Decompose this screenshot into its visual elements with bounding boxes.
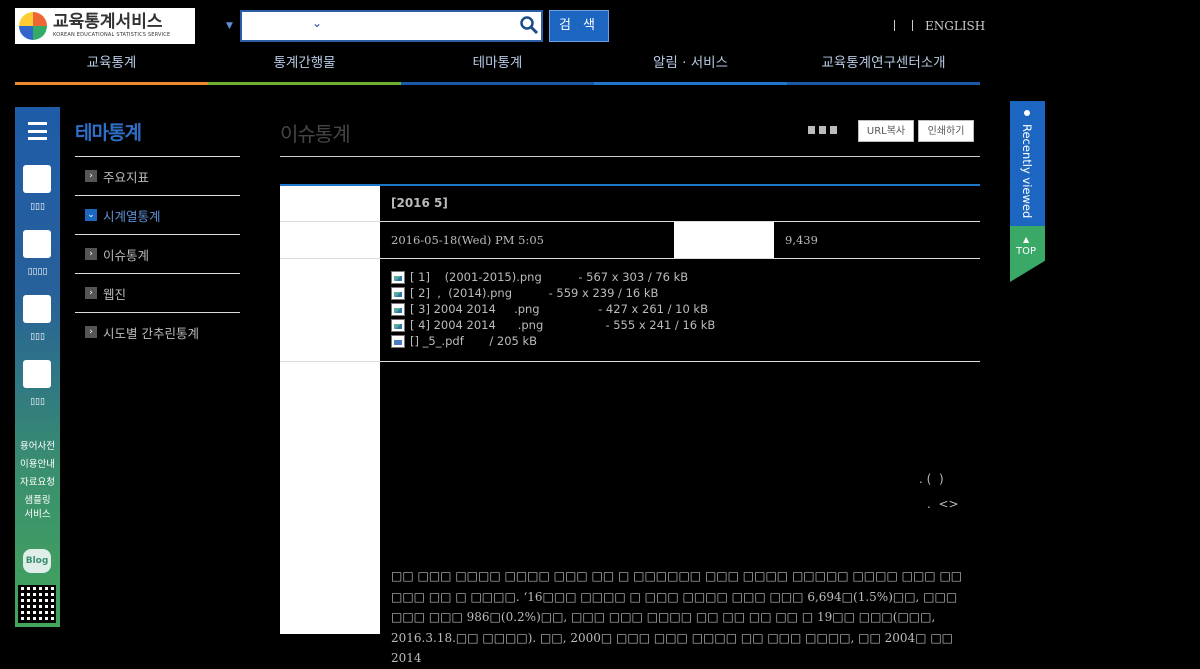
hamburger-menu-icon[interactable] bbox=[28, 122, 47, 140]
util-divider bbox=[894, 20, 895, 31]
recently-viewed-label: Recently viewed bbox=[1020, 124, 1034, 219]
image-file-icon bbox=[391, 302, 405, 316]
gnb-education-stats[interactable]: 교육통계 bbox=[15, 48, 208, 85]
attachment-item[interactable]: [ 4] 2004 2014 .png - 555 x 241 / 16 kB bbox=[391, 317, 969, 333]
book-icon[interactable] bbox=[23, 295, 51, 323]
blog-icon[interactable]: Blog bbox=[23, 549, 51, 573]
content-note: . <> bbox=[927, 497, 959, 511]
share-icon[interactable] bbox=[808, 126, 815, 134]
map-icon[interactable] bbox=[23, 230, 51, 258]
global-nav: 교육통계 통계간행물 테마통계 알림 · 서비스 교육통계연구센터소개 bbox=[15, 48, 980, 85]
quick-link-glossary[interactable]: 용어사전 bbox=[15, 438, 60, 456]
quick-label: ▯▯▯ bbox=[30, 397, 45, 407]
quick-link-data-request[interactable]: 자료요청 bbox=[15, 474, 60, 492]
table-header-cell bbox=[280, 186, 380, 221]
chevron-right-icon: › bbox=[85, 248, 97, 260]
attachment-item[interactable]: [ 1] (2001-2015).png - 567 x 303 / 76 kB bbox=[391, 269, 969, 285]
search-button[interactable]: 검 색 bbox=[549, 10, 609, 42]
mobile-icon[interactable] bbox=[23, 360, 51, 388]
table-header-cell bbox=[280, 259, 380, 361]
chevron-down-icon: ⌄ bbox=[85, 209, 97, 221]
subnav-label: 주요지표 bbox=[103, 169, 150, 185]
title-divider bbox=[280, 156, 980, 157]
table-header-cell bbox=[280, 222, 380, 258]
table-header-cell bbox=[674, 222, 774, 258]
search-input[interactable] bbox=[240, 10, 543, 42]
table-row: [2016 5] bbox=[280, 186, 980, 222]
quick-label: ▯▯▯ bbox=[30, 332, 45, 342]
print-button[interactable]: 인쇄하기 bbox=[918, 120, 974, 142]
attachment-item[interactable]: [ 3] 2004 2014 .png - 427 x 261 / 10 kB bbox=[391, 301, 969, 317]
attachment-list: [ 1] (2001-2015).png - 567 x 303 / 76 kB… bbox=[380, 259, 980, 361]
subnav-item-key-indicators[interactable]: › 주요지표 bbox=[75, 156, 240, 195]
user-icon[interactable] bbox=[23, 165, 51, 193]
chevron-down-icon[interactable]: ⌄ bbox=[312, 16, 322, 30]
chevron-right-icon: › bbox=[85, 287, 97, 299]
image-file-icon bbox=[391, 318, 405, 332]
quick-link-service[interactable]: 서비스 bbox=[15, 506, 60, 524]
share-icons bbox=[808, 126, 837, 134]
gnb-publications[interactable]: 통계간행물 bbox=[208, 48, 401, 85]
pdf-file-icon bbox=[391, 334, 405, 348]
dot-icon bbox=[1024, 110, 1030, 116]
top-label: TOP bbox=[1016, 246, 1037, 257]
post-date: 2016-05-18(Wed) PM 5:05 bbox=[391, 233, 544, 247]
image-file-icon bbox=[391, 286, 405, 300]
subnav-item-regional-stats[interactable]: › 시도별 간추린통계 bbox=[75, 312, 240, 351]
attachment-item[interactable]: [ 2] , (2014).png - 559 x 239 / 16 kB bbox=[391, 285, 969, 301]
gnb-notice-service[interactable]: 알림 · 서비스 bbox=[594, 48, 787, 85]
subnav-item-time-series[interactable]: ⌄ 시계열통계 bbox=[75, 195, 240, 234]
url-copy-button[interactable]: URL복사 bbox=[858, 120, 914, 142]
subnav-label: 이슈통계 bbox=[103, 247, 150, 263]
post-title: [2016 5] bbox=[391, 196, 448, 210]
search-icon[interactable] bbox=[519, 15, 539, 35]
view-count: 9,439 bbox=[785, 233, 818, 247]
quick-link-guide[interactable]: 이용안내 bbox=[15, 456, 60, 474]
page-title: 이슈통계 bbox=[280, 122, 351, 146]
share-icon[interactable] bbox=[830, 126, 837, 134]
table-row: [ 1] (2001-2015).png - 567 x 303 / 76 kB… bbox=[280, 259, 980, 362]
content-note: . ( ) bbox=[919, 472, 944, 486]
gnb-center-intro[interactable]: 교육통계연구센터소개 bbox=[787, 48, 980, 85]
sub-nav: › 주요지표 ⌄ 시계열통계 › 이슈통계 › 웹진 › 시도별 간추린통계 bbox=[75, 156, 240, 351]
post-body-text: □□ □□□ □□□□ □□□□ □□□ □□ □ □□□□□□ □□□ □□□… bbox=[391, 569, 963, 665]
chevron-right-icon: › bbox=[85, 326, 97, 338]
logo-subtitle: KOREAN EDUCATIONAL STATISTICS SERVICE bbox=[53, 32, 171, 38]
chevron-right-icon: › bbox=[85, 170, 97, 182]
subnav-label: 시계열통계 bbox=[103, 208, 161, 224]
arrow-up-icon: ▲ bbox=[1023, 235, 1030, 244]
quick-label: ▯▯▯▯ bbox=[27, 267, 48, 277]
search-scope-arrow-icon[interactable]: ▼ bbox=[226, 21, 233, 31]
logo-emblem-icon bbox=[19, 12, 47, 40]
english-link[interactable]: ENGLISH bbox=[925, 19, 985, 33]
subnav-item-issue-stats[interactable]: › 이슈통계 bbox=[75, 234, 240, 273]
attachment-item[interactable]: [] _5_.pdf / 205 kB bbox=[391, 333, 969, 349]
table-row: 2016-05-18(Wed) PM 5:05 9,439 bbox=[280, 222, 980, 259]
util-divider bbox=[912, 20, 913, 31]
share-icon[interactable] bbox=[819, 126, 826, 134]
site-logo[interactable]: 교육통계서비스 KOREAN EDUCATIONAL STATISTICS SE… bbox=[15, 8, 195, 44]
subnav-label: 웹진 bbox=[103, 286, 127, 302]
logo-title: 교육통계서비스 bbox=[53, 12, 163, 32]
subnav-item-webzine[interactable]: › 웹진 bbox=[75, 273, 240, 312]
subnav-label: 시도별 간추린통계 bbox=[103, 325, 199, 341]
image-file-icon bbox=[391, 270, 405, 284]
gnb-theme-stats[interactable]: 테마통계 bbox=[401, 48, 594, 85]
table-header-cell bbox=[280, 362, 380, 634]
quick-label: ▯▯▯ bbox=[30, 202, 45, 212]
section-title: 테마통계 bbox=[75, 122, 142, 144]
qr-code bbox=[18, 585, 56, 623]
